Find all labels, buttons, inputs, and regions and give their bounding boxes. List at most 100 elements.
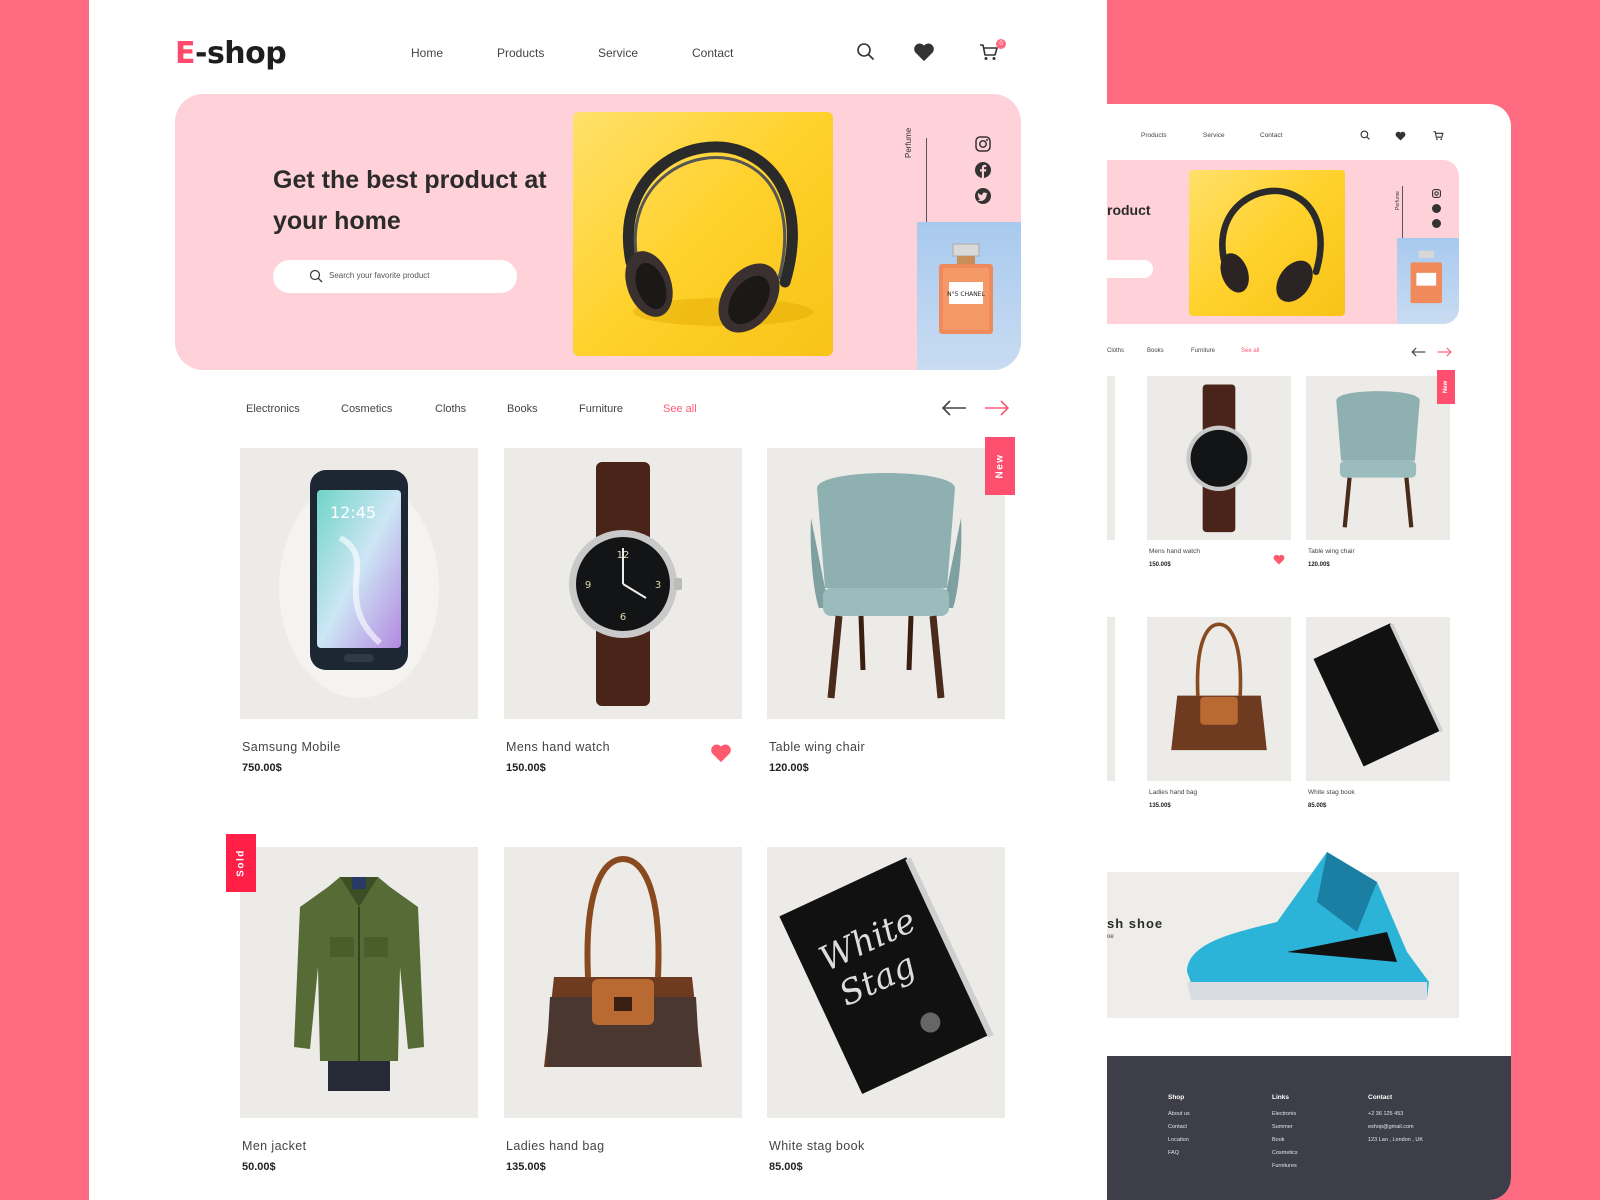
footer-link[interactable]: FAQ	[1168, 1150, 1190, 1163]
product-card-table-wing-chair[interactable]: Table wing chair 120.00$	[1306, 376, 1450, 568]
product-card-table-wing-chair[interactable]: Table wing chair 120.00$	[767, 448, 1005, 774]
nav-home[interactable]: Home	[411, 46, 443, 60]
product-card-white-stag-book[interactable]: White stag book 85.00$	[1306, 617, 1450, 809]
favorite-heart-icon[interactable]	[710, 743, 732, 768]
arrow-right-icon[interactable]	[1437, 344, 1452, 362]
twitter-icon[interactable]	[1432, 215, 1441, 233]
product-price: 135.00$	[1149, 803, 1171, 809]
arrow-left-icon[interactable]	[1411, 344, 1426, 362]
hero-search-input[interactable]	[1107, 260, 1153, 278]
nav-products[interactable]: Products	[497, 46, 544, 60]
facebook-icon[interactable]	[975, 162, 991, 178]
footer-link[interactable]: Cosmetics	[1272, 1150, 1298, 1163]
shoe-banner-subtitle: oe	[1107, 934, 1114, 940]
product-card-mens-hand-watch[interactable]: Mens hand watch 150.00$	[1147, 376, 1291, 568]
perfume-label: Perfume	[904, 127, 913, 158]
nav-service[interactable]: Service	[1203, 132, 1225, 139]
product-name: Mens hand watch	[1149, 548, 1200, 555]
perfume-image	[1397, 238, 1459, 324]
category-cloths[interactable]: Cloths	[435, 403, 466, 415]
product-price: 120.00$	[1308, 562, 1330, 568]
twitter-icon[interactable]	[975, 188, 991, 204]
favorite-heart-icon[interactable]	[1273, 552, 1285, 570]
product-price: 120.00$	[769, 762, 809, 774]
nav-contact[interactable]: Contact	[1260, 132, 1282, 139]
footer-email[interactable]: eshop@gmail.com	[1368, 1124, 1423, 1137]
product-price: 50.00$	[242, 1161, 276, 1173]
product-card-mens-hand-watch[interactable]: 12 6 9 3 Mens hand watch 150.00$	[504, 448, 742, 774]
cart-icon[interactable]	[1433, 128, 1444, 146]
shoe-banner[interactable]: sh shoe oe	[1107, 852, 1459, 1018]
hero-title: Get the best product at your home	[273, 166, 547, 235]
footer-link[interactable]: Location	[1168, 1137, 1190, 1150]
see-all-link[interactable]: See all	[1241, 348, 1259, 354]
product-card-men-jacket[interactable]: Men jacket 50.00$	[240, 847, 478, 1173]
new-tag-badge: New	[985, 437, 1015, 495]
category-furniture[interactable]: Furniture	[579, 403, 623, 415]
perfume-bottle-label: N°5 CHANEL	[947, 291, 985, 298]
search-placeholder: Search your favorite product	[329, 271, 430, 280]
product-image	[240, 847, 478, 1118]
product-image: 12 6 9 3	[504, 448, 742, 719]
instagram-icon[interactable]	[975, 136, 991, 152]
main-nav: Home Products Service Contact	[89, 46, 1107, 66]
product-card-white-stag-book[interactable]: White Stag White stag book 85.00$	[767, 847, 1005, 1173]
search-icon[interactable]	[1360, 128, 1371, 146]
hero-banner: Get the best product at your home Search…	[175, 94, 1021, 370]
hero-search-input[interactable]: Search your favorite product	[273, 260, 517, 293]
perfume-pointer-line	[926, 138, 927, 234]
footer-address: 123 Lan , London , UK	[1368, 1137, 1424, 1143]
product-price: 750.00$	[242, 762, 282, 774]
product-name: White stag book	[769, 1139, 865, 1153]
footer-link[interactable]: About us	[1168, 1111, 1190, 1124]
footer-shop-column: Shop About us Contact Location FAQ	[1168, 1094, 1190, 1163]
cart-icon[interactable]: 0	[979, 39, 1006, 66]
footer-contact-column: Contact +2 36 125 453 eshop@gmail.com 12…	[1368, 1094, 1423, 1150]
perfume-label: Perfume	[1395, 191, 1401, 210]
category-electronics[interactable]: Electronics	[246, 403, 300, 415]
hero-title: roduct	[1107, 202, 1151, 218]
footer-link[interactable]: Summer	[1272, 1124, 1298, 1137]
product-card-ladies-hand-bag[interactable]: Ladies hand bag 135.00$	[1147, 617, 1291, 809]
footer-heading: Contact	[1368, 1094, 1393, 1101]
footer-link[interactable]: Furnitures	[1272, 1163, 1298, 1176]
category-books[interactable]: Books	[1147, 348, 1164, 354]
heart-icon[interactable]	[1395, 128, 1406, 146]
category-cloths[interactable]: Cloths	[1107, 348, 1124, 354]
perfume-image: N°5 CHANEL	[917, 222, 1021, 370]
svg-text:6: 6	[620, 612, 626, 623]
product-name: Ladies hand bag	[506, 1139, 605, 1153]
product-price: 85.00$	[769, 1161, 803, 1173]
product-name: Mens hand watch	[506, 740, 610, 754]
product-image	[1306, 376, 1450, 540]
heart-icon[interactable]	[913, 42, 937, 66]
footer-link[interactable]: Electronis	[1272, 1111, 1298, 1124]
footer-link[interactable]: Book	[1272, 1137, 1298, 1150]
sold-tag-label: Sold	[235, 849, 247, 877]
nav-contact[interactable]: Contact	[692, 46, 733, 60]
product-image	[504, 847, 742, 1118]
shoe-banner-title: sh shoe	[1107, 916, 1164, 931]
svg-text:9: 9	[585, 580, 591, 591]
svg-text:3: 3	[655, 580, 661, 591]
product-image	[767, 448, 1005, 719]
arrow-right-icon[interactable]	[984, 400, 1010, 421]
arrow-left-icon[interactable]	[941, 400, 967, 421]
product-card-ladies-hand-bag[interactable]: Ladies hand bag 135.00$	[504, 847, 742, 1173]
nav-service[interactable]: Service	[598, 46, 638, 60]
product-image	[1147, 376, 1291, 540]
product-card-samsung-mobile[interactable]: 12:45 Samsung Mobile 750.00$	[240, 448, 478, 774]
category-cosmetics[interactable]: Cosmetics	[341, 403, 392, 415]
category-furniture[interactable]: Furniture	[1191, 348, 1215, 354]
footer-link[interactable]: Contact	[1168, 1124, 1190, 1137]
cart-count-badge: 0	[996, 39, 1006, 49]
product-name: Men jacket	[242, 1139, 307, 1153]
svg-text:12:45: 12:45	[330, 503, 376, 522]
product-name: Samsung Mobile	[242, 740, 341, 754]
see-all-link[interactable]: See all	[663, 403, 697, 415]
search-icon[interactable]	[856, 42, 880, 66]
partial-product-card	[1107, 617, 1115, 781]
category-books[interactable]: Books	[507, 403, 538, 415]
nav-products[interactable]: Products	[1141, 132, 1167, 139]
footer-phone: +2 36 125 453	[1368, 1111, 1404, 1117]
